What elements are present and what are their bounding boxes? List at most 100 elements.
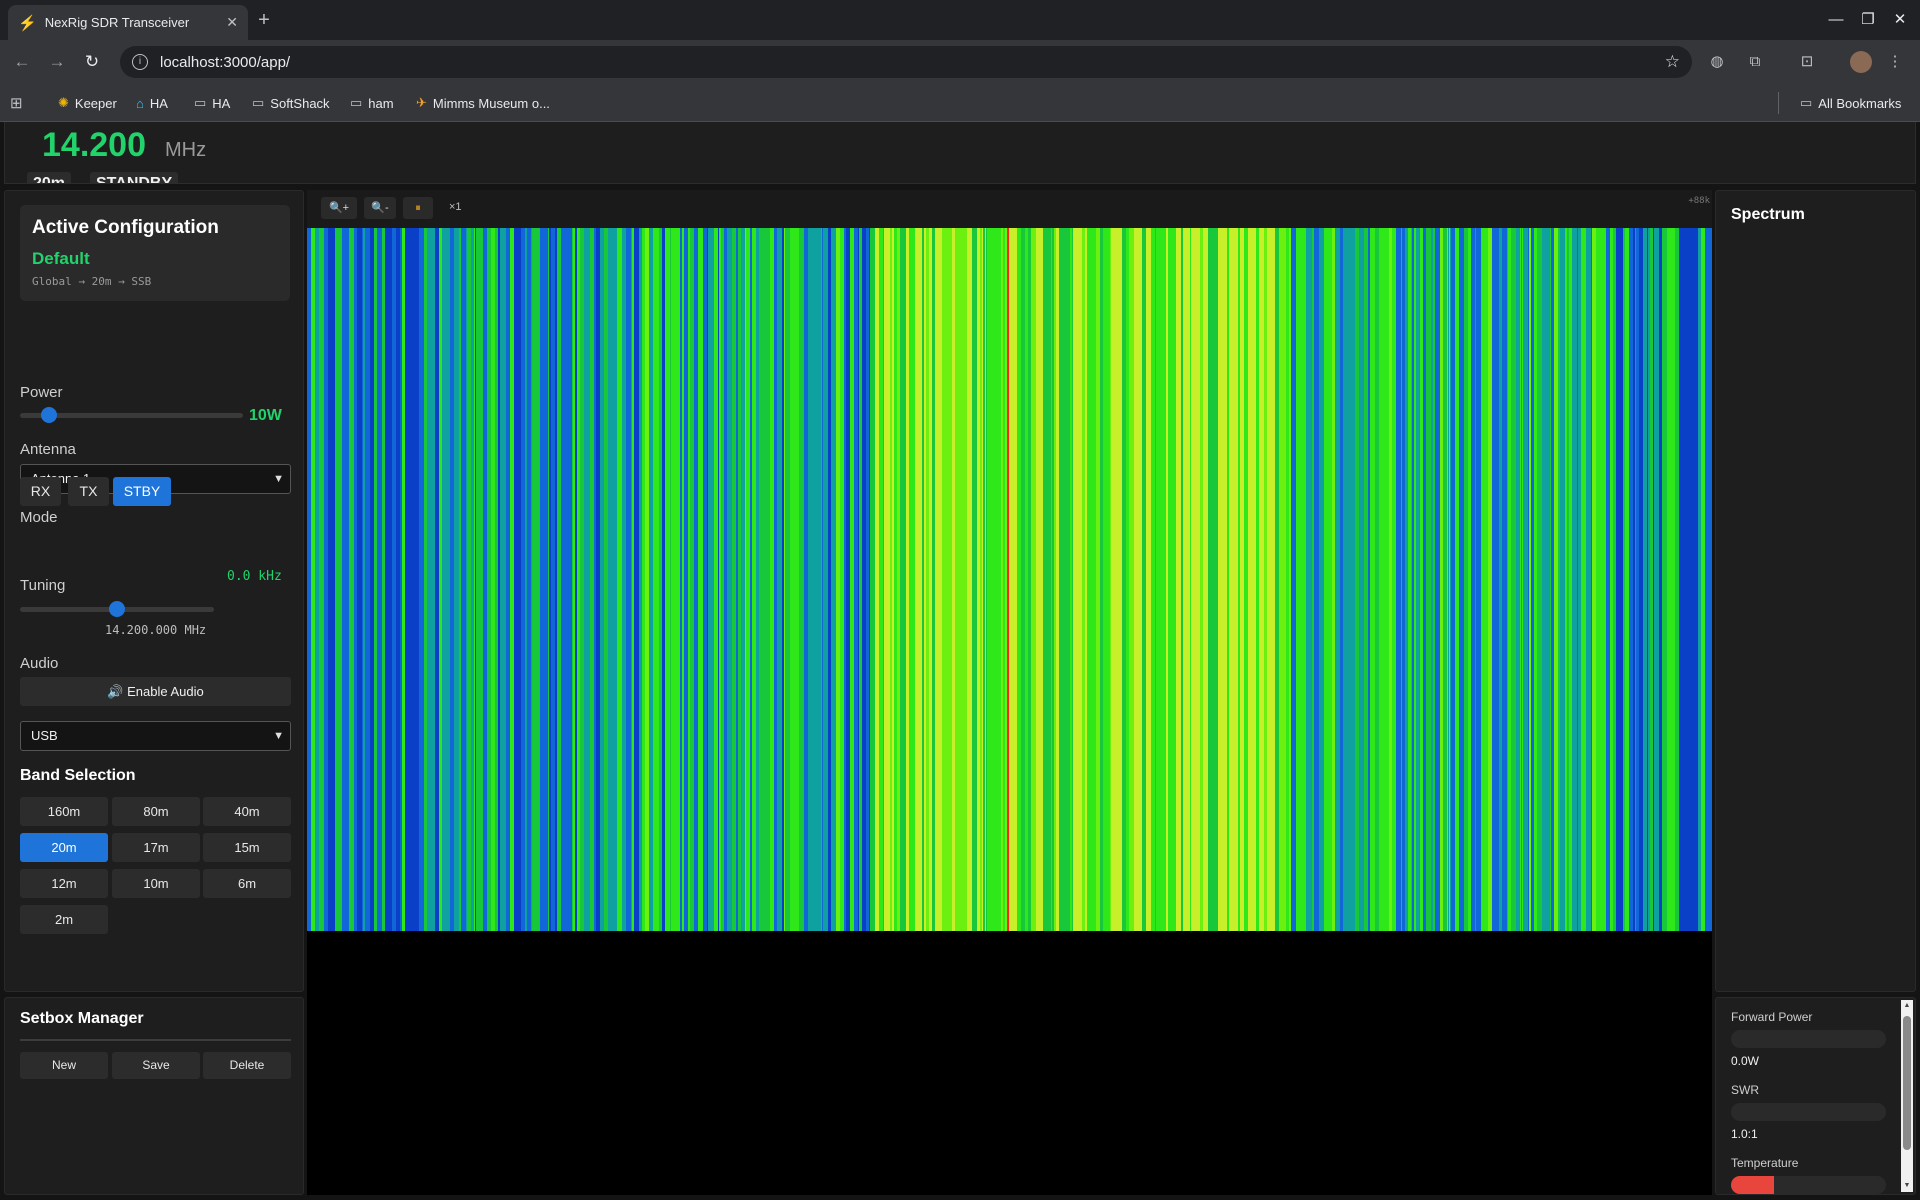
bookmark-label: SoftShack <box>270 95 330 111</box>
waterfall-column <box>1502 228 1507 931</box>
waterfall-column <box>1468 228 1472 931</box>
extensions-puzzle-icon[interactable]: ⧉ <box>1744 51 1766 73</box>
waterfall-column <box>1484 228 1489 931</box>
waterfall-column <box>483 228 487 931</box>
apps-grid-icon[interactable]: ⊞ <box>10 93 29 113</box>
band-selection-title: Band Selection <box>20 767 136 784</box>
bookmark-keeper[interactable]: ✺ Keeper <box>58 93 117 113</box>
zoom-in-button[interactable]: 🔍+ <box>321 197 357 219</box>
waterfall-display[interactable] <box>307 228 1712 931</box>
new-tab-button[interactable]: + <box>252 8 276 32</box>
band-button-2m[interactable]: 2m <box>20 905 108 934</box>
address-bar[interactable]: i localhost:3000/app/ ☆ <box>120 46 1692 78</box>
waterfall-column <box>1616 228 1622 931</box>
waterfall-column <box>561 228 566 931</box>
band-button-12m[interactable]: 12m <box>20 869 108 898</box>
band-button-20m[interactable]: 20m <box>20 833 108 862</box>
mode-stby-button[interactable]: STBY <box>113 477 171 506</box>
scroll-down-icon[interactable]: ▼ <box>1901 1180 1913 1192</box>
pause-button[interactable]: ⏸ <box>403 197 433 219</box>
forward-icon[interactable]: → <box>45 50 69 74</box>
setbox-new-button[interactable]: New <box>20 1052 108 1079</box>
waterfall-column <box>596 228 601 931</box>
power-slider[interactable] <box>20 407 243 423</box>
enable-audio-button[interactable]: 🔊 Enable Audio <box>20 677 291 706</box>
waterfall-column <box>1586 228 1592 931</box>
site-info-icon[interactable]: i <box>132 54 148 70</box>
waterfall-column <box>1698 228 1702 931</box>
back-icon[interactable]: ← <box>10 50 34 74</box>
extension-cookie-icon[interactable]: ◍ <box>1706 51 1728 73</box>
minimize-icon[interactable]: — <box>1824 8 1848 32</box>
waterfall-column <box>1499 228 1503 931</box>
waterfall-column <box>1183 228 1188 931</box>
waterfall-column <box>439 228 443 931</box>
zoom-out-button[interactable]: 🔍- <box>364 197 396 219</box>
scroll-up-icon[interactable]: ▲ <box>1901 1000 1913 1012</box>
waterfall-column <box>1116 228 1121 931</box>
waterfall-column <box>1017 228 1022 931</box>
waterfall-column <box>1471 228 1476 931</box>
waterfall-column <box>626 228 632 931</box>
waterfall-column <box>1379 228 1385 931</box>
waterfall-column <box>324 228 329 931</box>
band-button-10m[interactable]: 10m <box>112 869 200 898</box>
tuning-slider-thumb[interactable] <box>109 601 125 617</box>
band-button-17m[interactable]: 17m <box>112 833 200 862</box>
bookmark-star-icon[interactable]: ☆ <box>1665 52 1680 72</box>
waterfall-column <box>710 228 714 931</box>
waterfall-column <box>909 228 915 931</box>
waterfall-column <box>1560 228 1566 931</box>
demod-select[interactable]: USB ▼ <box>20 721 291 751</box>
meter-scrollbar[interactable]: ▲ ▼ <box>1901 1000 1913 1192</box>
waterfall-column <box>495 228 499 931</box>
band-button-80m[interactable]: 80m <box>112 797 200 826</box>
band-button-160m[interactable]: 160m <box>20 797 108 826</box>
waterfall-column <box>1043 228 1047 931</box>
tab-search-icon[interactable]: ⊡ <box>1796 51 1818 73</box>
frequency-display[interactable]: 14.200 <box>42 126 146 165</box>
url-text[interactable]: localhost:3000/app/ <box>160 54 1665 71</box>
bookmark-ha-folder[interactable]: ▭ HA <box>194 93 230 113</box>
band-button-15m[interactable]: 15m <box>203 833 291 862</box>
waterfall-column <box>808 228 813 931</box>
waterfall-column <box>1613 228 1617 931</box>
menu-dots-icon[interactable]: ⋮ <box>1884 51 1906 73</box>
waterfall-column <box>785 228 791 931</box>
waterfall-column <box>885 228 891 931</box>
reload-icon[interactable]: ↻ <box>80 50 104 74</box>
waterfall-column <box>416 228 420 931</box>
waterfall-column <box>1693 228 1699 931</box>
mode-tx-button[interactable]: TX <box>68 477 109 506</box>
bookmark-label: Mimms Museum o... <box>432 95 550 111</box>
waterfall-column <box>1036 228 1041 931</box>
waterfall-column <box>537 228 541 931</box>
bookmark-mimms[interactable]: ✈ Mimms Museum o... <box>416 93 550 113</box>
waterfall-column <box>476 228 480 931</box>
restore-icon[interactable]: ❐ <box>1856 8 1880 32</box>
setbox-save-button[interactable]: Save <box>112 1052 200 1079</box>
setbox-delete-button[interactable]: Delete <box>203 1052 291 1079</box>
close-tab-icon[interactable]: ✕ <box>226 14 238 31</box>
bookmark-softshack[interactable]: ▭ SoftShack <box>252 93 330 113</box>
waterfall-column <box>1443 228 1447 931</box>
waterfall-column <box>1659 228 1663 931</box>
waterfall-column <box>897 228 901 931</box>
waterfall-column <box>382 228 386 931</box>
close-window-icon[interactable]: ✕ <box>1888 8 1912 32</box>
band-button-40m[interactable]: 40m <box>203 797 291 826</box>
browser-tab[interactable]: ⚡ NexRig SDR Transceiver ✕ <box>8 5 248 40</box>
all-bookmarks[interactable]: ▭ All Bookmarks <box>1800 93 1901 113</box>
bookmark-ham[interactable]: ▭ ham <box>350 93 394 113</box>
waterfall-column <box>1059 228 1063 931</box>
waterfall-column <box>432 228 436 931</box>
scrollbar-thumb[interactable] <box>1903 1016 1911 1150</box>
tuning-slider[interactable] <box>20 601 214 617</box>
power-slider-thumb[interactable] <box>40 407 57 423</box>
profile-avatar[interactable] <box>1850 51 1872 73</box>
waterfall-column <box>1420 228 1424 931</box>
band-button-6m[interactable]: 6m <box>203 869 291 898</box>
bookmark-ha-app[interactable]: ⌂ HA <box>136 93 168 113</box>
waterfall-column <box>315 228 320 931</box>
mode-rx-button[interactable]: RX <box>20 477 61 506</box>
